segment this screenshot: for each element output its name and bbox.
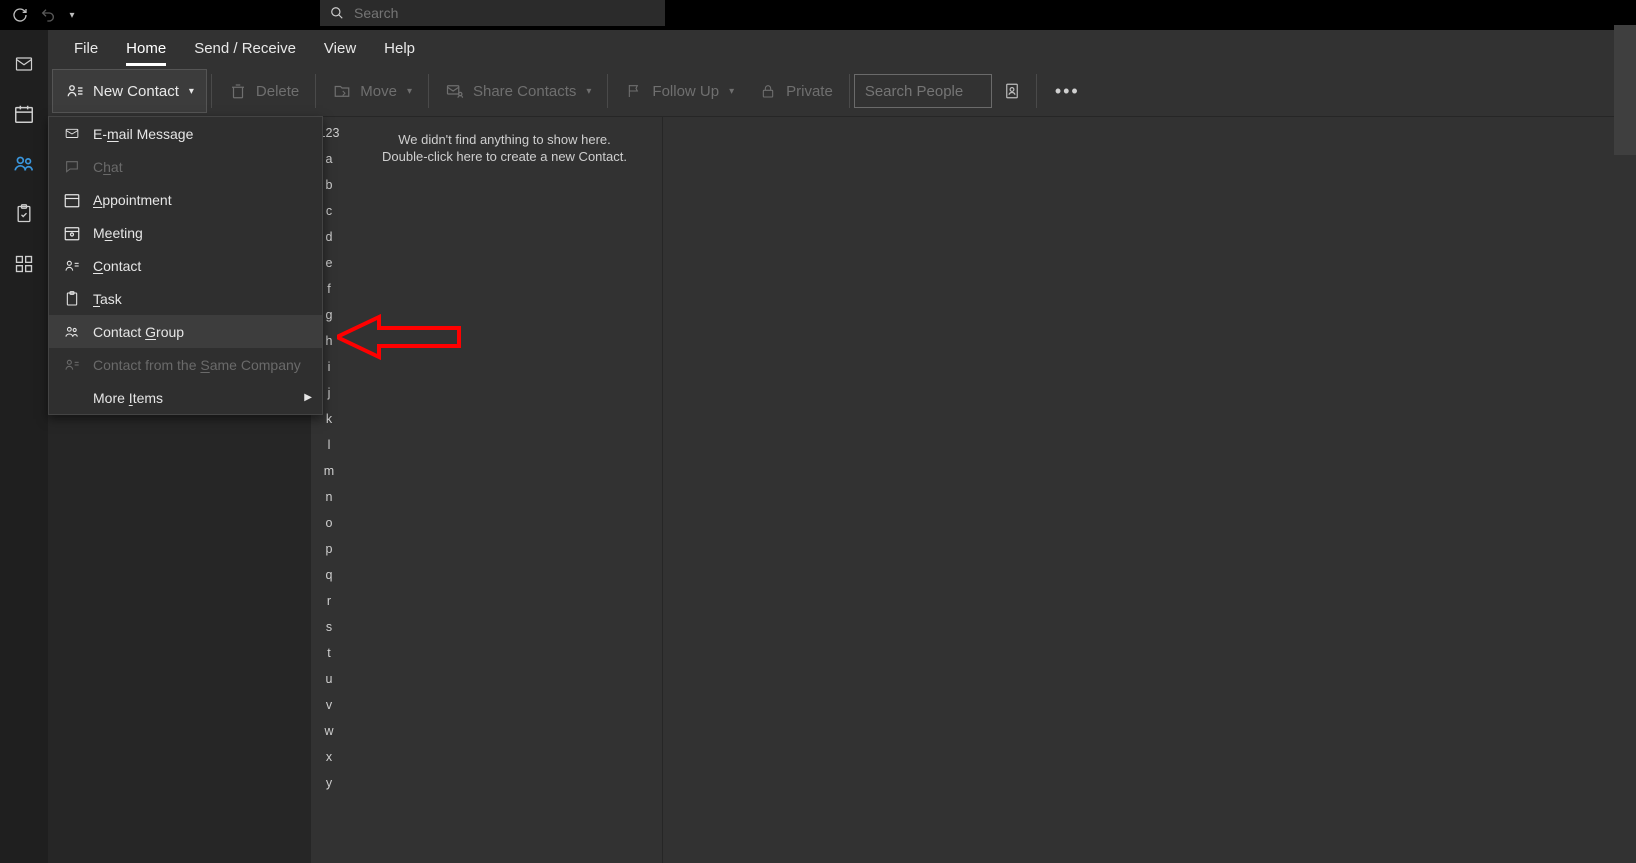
az-entry[interactable]: w: [311, 719, 347, 745]
chevron-right-icon: ▶: [304, 392, 312, 403]
tasks-icon[interactable]: [12, 203, 36, 225]
az-entry[interactable]: n: [311, 485, 347, 511]
dd-more-items[interactable]: More Items ▶: [49, 381, 322, 414]
dd-label: Contact from the Same Company: [93, 357, 301, 373]
undo-icon[interactable]: [34, 1, 62, 29]
tab-view[interactable]: View: [310, 34, 370, 63]
az-entry[interactable]: q: [311, 563, 347, 589]
dd-label: Chat: [93, 159, 123, 175]
az-entry[interactable]: m: [311, 459, 347, 485]
ribbon-separator: [428, 74, 429, 108]
new-contact-label: New Contact: [93, 83, 179, 100]
delete-button[interactable]: Delete: [216, 71, 311, 111]
people-icon[interactable]: [12, 153, 36, 175]
ribbon-separator: [849, 74, 850, 108]
flag-icon: [624, 81, 644, 101]
dd-label: Task: [93, 291, 122, 307]
new-contact-button[interactable]: New Contact ▾: [52, 69, 207, 113]
ribbon: New Contact ▾ Delete Move ▾: [48, 66, 1636, 116]
az-entry[interactable]: s: [311, 615, 347, 641]
az-entry[interactable]: y: [311, 771, 347, 797]
search-people-input[interactable]: [854, 74, 992, 108]
group-icon: [63, 324, 81, 340]
dd-label: Appointment: [93, 192, 172, 208]
mail-icon[interactable]: [12, 53, 36, 75]
share-contacts-label: Share Contacts: [473, 83, 576, 100]
az-entry[interactable]: o: [311, 511, 347, 537]
mail-icon: [63, 127, 81, 141]
meeting-icon: [63, 224, 81, 242]
calendar-icon: [63, 191, 81, 209]
dd-email-message[interactable]: E-mail Message: [49, 117, 322, 150]
chevron-down-icon: ▾: [586, 86, 591, 97]
search-icon: [330, 6, 344, 20]
dd-label: Contact: [93, 258, 141, 274]
address-book-button[interactable]: [992, 71, 1032, 111]
az-entry[interactable]: l: [311, 433, 347, 459]
dd-label: Contact Group: [93, 324, 184, 340]
move-label: Move: [360, 83, 397, 100]
ribbon-separator: [211, 74, 212, 108]
scrollbar[interactable]: [1614, 25, 1636, 155]
ribbon-separator: [1036, 74, 1037, 108]
private-button[interactable]: Private: [746, 71, 845, 111]
share-contacts-button[interactable]: Share Contacts ▾: [433, 71, 603, 111]
dd-task[interactable]: Task: [49, 282, 322, 315]
new-contact-icon: [65, 81, 85, 101]
ribbon-tabs: File Home Send / Receive View Help: [48, 30, 1636, 66]
az-entry[interactable]: t: [311, 641, 347, 667]
tab-help[interactable]: Help: [370, 34, 429, 63]
empty-message-line2: Double-click here to create a new Contac…: [347, 148, 662, 165]
address-book-icon: [1002, 81, 1022, 101]
dd-contact-group[interactable]: Contact Group: [49, 315, 322, 348]
trash-icon: [228, 81, 248, 101]
refresh-icon[interactable]: [6, 1, 34, 29]
chevron-down-icon: ▾: [729, 86, 734, 97]
customize-qat-icon[interactable]: ▾: [62, 1, 82, 29]
dd-meeting[interactable]: Meeting: [49, 216, 322, 249]
dd-contact-same-company: Contact from the Same Company: [49, 348, 322, 381]
new-contact-dropdown: E-mail Message Chat Appointment Meeting …: [48, 116, 323, 415]
nav-rail: [0, 30, 48, 863]
ribbon-separator: [315, 74, 316, 108]
tab-file[interactable]: File: [60, 34, 112, 63]
move-icon: [332, 81, 352, 101]
follow-up-button[interactable]: Follow Up ▾: [612, 71, 746, 111]
search-input[interactable]: [354, 5, 655, 21]
lock-icon: [758, 81, 778, 101]
company-contact-icon: [63, 357, 81, 373]
chat-icon: [63, 159, 81, 175]
quick-access-toolbar: ▾: [0, 0, 1636, 30]
dd-label: More Items: [93, 390, 163, 406]
az-entry[interactable]: u: [311, 667, 347, 693]
task-icon: [63, 290, 81, 308]
follow-up-label: Follow Up: [652, 83, 719, 100]
tab-send-receive[interactable]: Send / Receive: [180, 34, 310, 63]
dd-contact[interactable]: Contact: [49, 249, 322, 282]
reading-pane: [663, 117, 1636, 863]
move-button[interactable]: Move ▾: [320, 71, 424, 111]
more-apps-icon[interactable]: [12, 253, 36, 275]
contact-icon: [63, 258, 81, 274]
dd-appointment[interactable]: Appointment: [49, 183, 322, 216]
private-label: Private: [786, 83, 833, 100]
chevron-down-icon: ▾: [189, 86, 194, 97]
empty-message-line1: We didn't find anything to show here.: [347, 131, 662, 148]
more-commands-button[interactable]: •••: [1041, 81, 1094, 102]
share-contacts-icon: [445, 81, 465, 101]
az-entry[interactable]: r: [311, 589, 347, 615]
az-entry[interactable]: p: [311, 537, 347, 563]
az-entry[interactable]: v: [311, 693, 347, 719]
delete-label: Delete: [256, 83, 299, 100]
contact-list[interactable]: We didn't find anything to show here. Do…: [347, 117, 663, 863]
tab-home[interactable]: Home: [112, 34, 180, 63]
dd-chat: Chat: [49, 150, 322, 183]
az-entry[interactable]: x: [311, 745, 347, 771]
ribbon-separator: [607, 74, 608, 108]
calendar-icon[interactable]: [12, 103, 36, 125]
chevron-down-icon: ▾: [407, 86, 412, 97]
dd-label: E-mail Message: [93, 126, 193, 142]
search-box[interactable]: [320, 0, 665, 26]
dd-label: Meeting: [93, 225, 143, 241]
